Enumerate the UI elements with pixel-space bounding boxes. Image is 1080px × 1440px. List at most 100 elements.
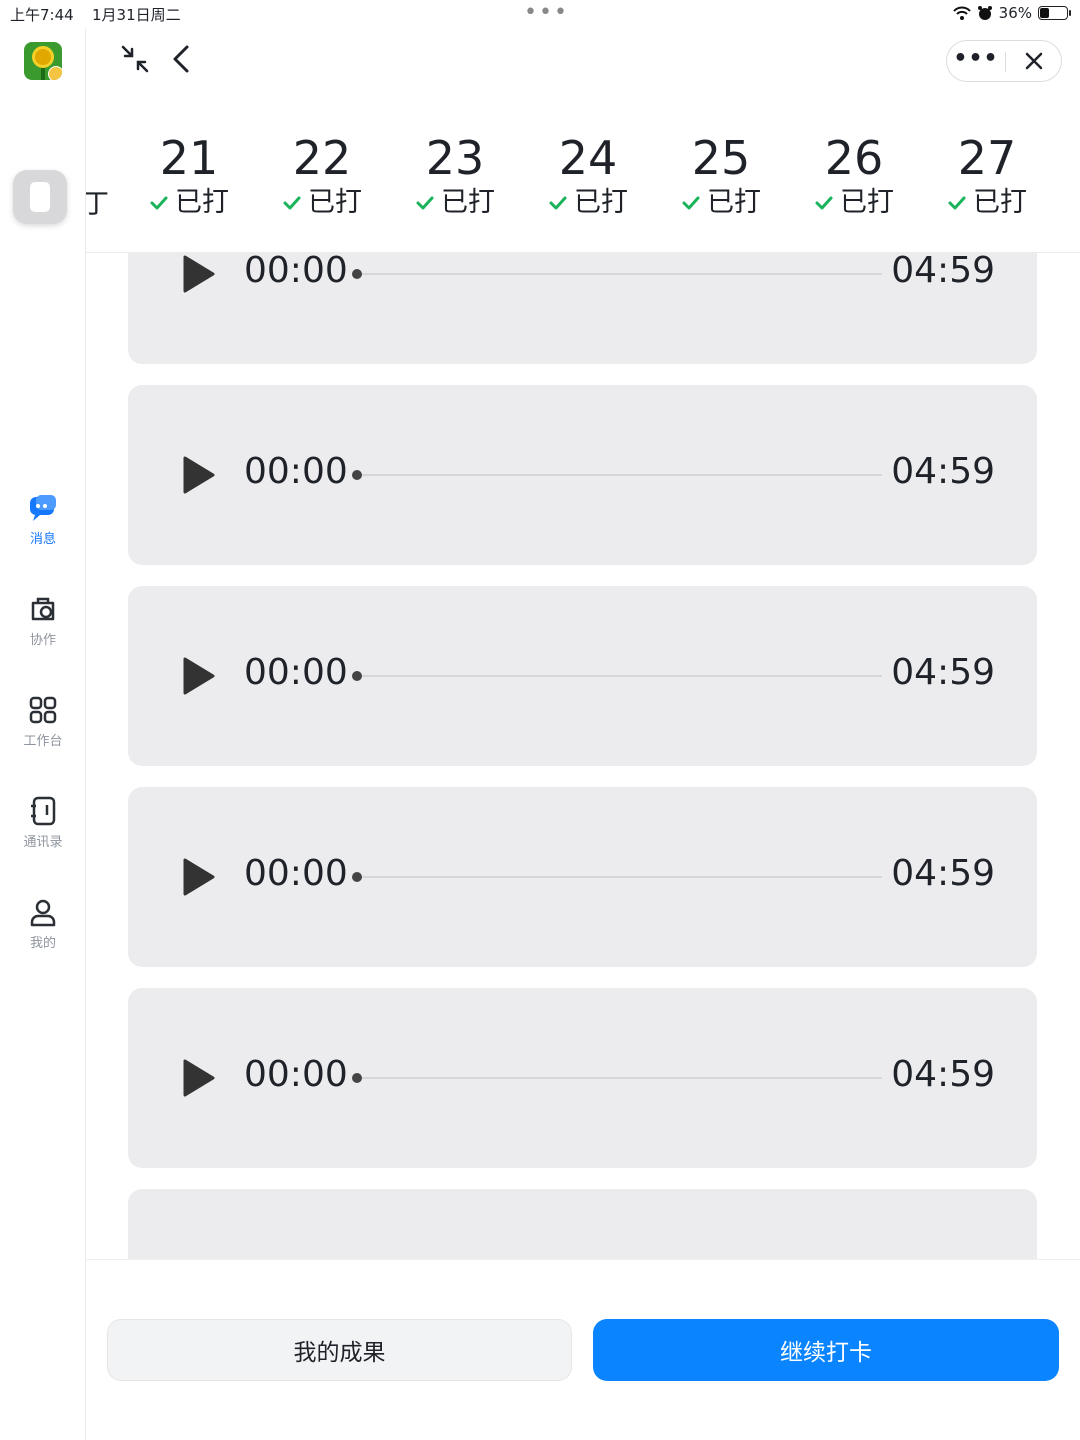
logo-badge-icon <box>48 66 62 80</box>
date-number: 26 <box>824 131 884 185</box>
progress-track[interactable] <box>354 474 882 476</box>
sidebar-item-profile[interactable]: 我的 <box>0 896 86 951</box>
play-icon[interactable] <box>182 857 216 897</box>
my-achievements-button[interactable]: 我的成果 <box>107 1319 572 1381</box>
back-chevron-icon[interactable] <box>170 44 192 74</box>
multitask-dots-icon[interactable]: ••• <box>524 0 569 25</box>
progress-track[interactable] <box>354 675 882 677</box>
date-number: 27 <box>957 131 1017 185</box>
checkin-status: 已打 <box>794 184 914 222</box>
message-icon <box>30 495 56 521</box>
sidebar-item-label: 协作 <box>29 633 56 648</box>
date-item[interactable]: 24 已打 <box>528 132 648 222</box>
sidebar-item-collaboration[interactable]: 协作 <box>0 593 86 648</box>
battery-percent: 36% <box>998 4 1032 22</box>
checkin-status-label: 已打 <box>175 187 229 218</box>
checkin-status-label: 已打 <box>973 187 1027 218</box>
duration-time: 04:59 <box>891 451 995 492</box>
miniapp-capsule: ••• <box>946 40 1062 82</box>
app-logo[interactable] <box>24 42 62 80</box>
checkin-status-label: 已打 <box>308 187 362 218</box>
progress-track[interactable] <box>354 273 882 275</box>
date-item[interactable]: 21 已打 <box>129 132 249 222</box>
sidebar-item-label: 通讯录 <box>23 835 63 850</box>
minimize-arrows-icon[interactable] <box>120 44 150 74</box>
sidebar-item-label: 我的 <box>29 936 56 951</box>
checkin-status-label: 已打 <box>840 187 894 218</box>
sidebar-item-workbench[interactable]: 工作台 <box>0 694 86 749</box>
check-icon <box>815 196 833 210</box>
current-time: 00:00 <box>244 652 348 693</box>
check-icon <box>948 196 966 210</box>
audio-list[interactable]: 00:00 04:59 00:00 04:59 00:00 04:59 00:00 04:59… <box>86 253 1080 1259</box>
duration-time: 04:59 <box>891 253 995 291</box>
play-icon[interactable] <box>182 455 216 495</box>
check-icon <box>416 196 434 210</box>
check-icon <box>150 196 168 210</box>
alarm-icon <box>977 6 992 20</box>
audio-player-card: 00:00 04:59 <box>128 586 1037 766</box>
play-icon[interactable] <box>182 254 216 294</box>
window-icon <box>30 182 50 212</box>
audio-player-card: 00:00 04:59 <box>128 385 1037 565</box>
sidebar-item-contacts[interactable]: 通讯录 <box>0 795 86 850</box>
close-icon[interactable] <box>1005 41 1063 81</box>
progress-track[interactable] <box>354 876 882 878</box>
more-icon[interactable]: ••• <box>947 41 1005 81</box>
status-indicators: 36% <box>952 4 1071 22</box>
date-item[interactable]: 27 已打 <box>927 132 1047 222</box>
current-time: 00:00 <box>244 853 348 894</box>
play-icon[interactable] <box>182 1058 216 1098</box>
date-number: 23 <box>425 131 485 185</box>
sidebar-item-label: 消息 <box>29 532 56 547</box>
duration-time: 04:59 <box>891 652 995 693</box>
checkin-status: 已打 <box>395 184 515 222</box>
checkin-status: 已打 <box>927 184 1047 222</box>
wifi-icon <box>952 6 971 20</box>
workbench-icon <box>29 696 57 724</box>
logo-stem <box>41 68 45 80</box>
audio-player-card: 00:00 04:59 <box>128 787 1037 967</box>
battery-level <box>1040 8 1050 18</box>
continue-checkin-button[interactable]: 继续打卡 <box>593 1319 1059 1381</box>
progress-track[interactable] <box>354 1077 882 1079</box>
progress-thumb[interactable] <box>352 872 362 882</box>
progress-thumb[interactable] <box>352 671 362 681</box>
checkin-status: 已打 <box>528 184 648 222</box>
checkin-status-label: 已打 <box>707 187 761 218</box>
sidebar-item-messages[interactable]: 消息 <box>0 492 86 547</box>
date-number: 25 <box>691 131 751 185</box>
current-time: 00:00 <box>244 253 348 291</box>
checkin-date-strip[interactable]: 丁 21已打22已打23已打24已打25已打26已打27已打 <box>86 98 1080 253</box>
progress-thumb[interactable] <box>352 1073 362 1083</box>
status-bar: 上午7:44 1月31日周二 ••• 36% <box>0 0 1080 28</box>
check-icon <box>283 196 301 210</box>
date-number: 24 <box>558 131 618 185</box>
date-number: 21 <box>159 131 219 185</box>
date-item[interactable]: 22 已打 <box>262 132 382 222</box>
bottom-action-bar: 我的成果 继续打卡 <box>86 1259 1080 1440</box>
progress-thumb[interactable] <box>352 269 362 279</box>
duration-time: 04:59 <box>891 1054 995 1095</box>
date-number: 22 <box>292 131 352 185</box>
status-time: 上午7:44 <box>10 6 74 24</box>
progress-thumb[interactable] <box>352 470 362 480</box>
checkin-status: 已打 <box>262 184 382 222</box>
play-icon[interactable] <box>182 656 216 696</box>
floating-window-button[interactable] <box>13 170 67 224</box>
date-item[interactable]: 25 已打 <box>661 132 781 222</box>
partial-day-label: 丁 <box>86 182 109 221</box>
top-navigation-bar: ••• <box>86 28 1080 98</box>
check-icon <box>682 196 700 210</box>
checkin-status-label: 已打 <box>574 187 628 218</box>
collaboration-icon <box>31 597 55 621</box>
audio-player-card-partial <box>128 1189 1037 1259</box>
date-item[interactable]: 23 已打 <box>395 132 515 222</box>
current-time: 00:00 <box>244 451 348 492</box>
date-item[interactable]: 26 已打 <box>794 132 914 222</box>
battery-icon <box>1038 6 1071 20</box>
checkin-status-label: 已打 <box>441 187 495 218</box>
status-date: 1月31日周二 <box>92 6 181 24</box>
audio-player-card: 00:00 04:59 <box>128 253 1037 364</box>
check-icon <box>549 196 567 210</box>
